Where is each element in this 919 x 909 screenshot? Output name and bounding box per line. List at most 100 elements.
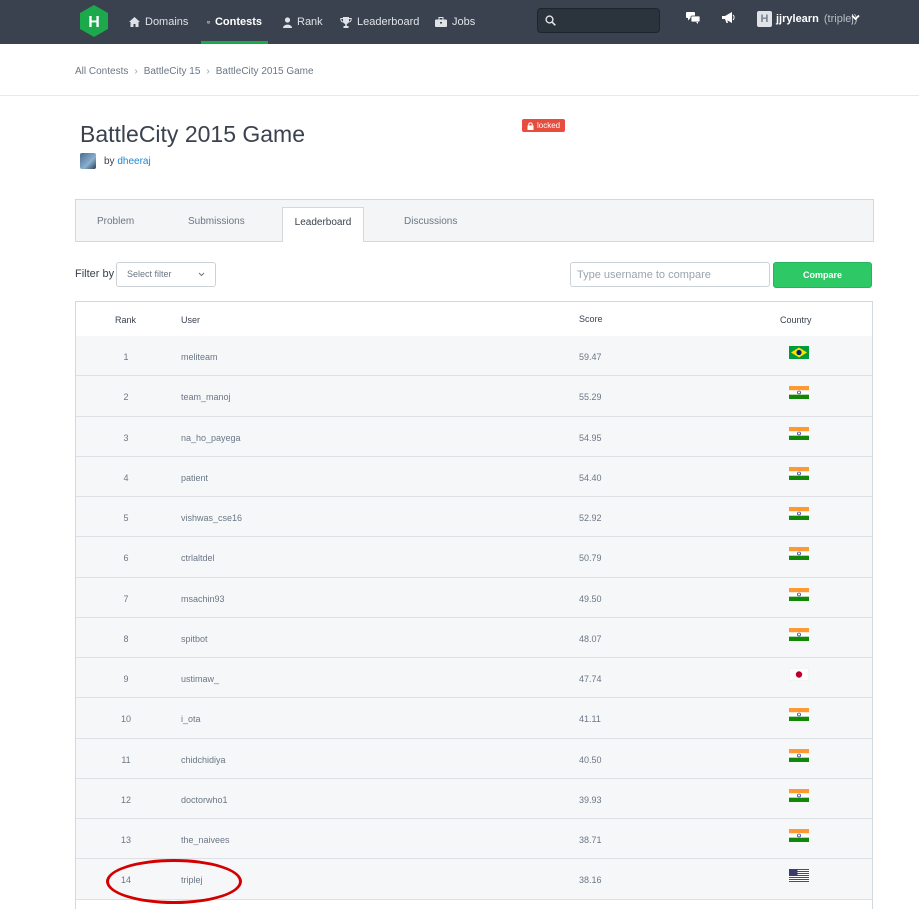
score-cell: 39.93 bbox=[579, 794, 602, 805]
tab-leaderboard[interactable]: Leaderboard bbox=[282, 207, 364, 242]
score-cell: 47.74 bbox=[579, 674, 602, 684]
filter-label: Filter by bbox=[75, 268, 115, 280]
rank-cell: 9 bbox=[123, 674, 129, 684]
table-row: 7 msachin93 49.50 bbox=[76, 577, 872, 618]
filter-select[interactable]: Select filter bbox=[116, 262, 216, 287]
rank-cell: 10 bbox=[120, 714, 131, 725]
header-country: Country bbox=[780, 315, 812, 325]
user-link[interactable]: spitbot bbox=[181, 634, 208, 644]
rank-cell: 12 bbox=[120, 794, 131, 805]
by-label: by bbox=[104, 156, 115, 167]
rank-cell: 4 bbox=[123, 472, 129, 483]
breadcrumb-all-contests[interactable]: All Contests bbox=[75, 66, 128, 77]
breadcrumb: All Contests › BattleCity 15 › BattleCit… bbox=[75, 66, 314, 77]
tab-discussions[interactable]: Discussions bbox=[404, 200, 457, 241]
user-link[interactable]: chidchidiya bbox=[181, 755, 226, 765]
nav-jobs[interactable]: Jobs bbox=[435, 0, 475, 44]
user-link[interactable]: patient bbox=[181, 473, 208, 483]
username: jjrylearn bbox=[776, 13, 819, 25]
breadcrumb-bar: All Contests › BattleCity 15 › BattleCit… bbox=[0, 44, 919, 96]
lock-icon bbox=[527, 121, 534, 130]
author-avatar[interactable] bbox=[80, 153, 96, 169]
briefcase-icon bbox=[435, 17, 447, 27]
nav-domains[interactable]: Domains bbox=[129, 0, 188, 44]
nav-search-input[interactable] bbox=[537, 8, 660, 33]
rank-cell: 11 bbox=[121, 754, 131, 765]
score-cell: 54.95 bbox=[579, 432, 602, 443]
india-flag-icon bbox=[789, 507, 809, 520]
india-flag-icon bbox=[789, 426, 809, 440]
rank-cell: 1 bbox=[123, 352, 129, 362]
score-cell: 59.47 bbox=[579, 352, 602, 362]
compare-button[interactable]: Compare bbox=[773, 262, 872, 288]
nav-rank-label: Rank bbox=[297, 16, 323, 28]
user-link[interactable]: team_manoj bbox=[181, 392, 231, 402]
header-user: User bbox=[181, 315, 201, 325]
chevron-down-icon[interactable] bbox=[851, 14, 860, 21]
table-row: 6 ctrlaltdel 50.79 bbox=[76, 537, 872, 578]
trophy-icon bbox=[340, 16, 352, 28]
table-row: 12 doctorwho1 39.93 bbox=[76, 778, 872, 819]
score-cell: 48.07 bbox=[579, 633, 602, 644]
nav-domains-label: Domains bbox=[145, 16, 189, 28]
table-header: Rank User Score Country bbox=[76, 302, 872, 337]
nav-leaderboard[interactable]: Leaderboard bbox=[340, 0, 419, 44]
page-title: BattleCity 2015 Game bbox=[80, 121, 306, 147]
breadcrumb-separator-icon: › bbox=[134, 66, 138, 77]
india-flag-icon bbox=[789, 829, 809, 842]
user-link[interactable]: na_ho_payega bbox=[181, 433, 241, 443]
compare-username-input[interactable] bbox=[570, 262, 770, 287]
table-row: 13 the_naivees 38.71 bbox=[76, 819, 872, 860]
author-link[interactable]: dheeraj bbox=[117, 156, 150, 167]
breadcrumb-challenge[interactable]: BattleCity 2015 Game bbox=[216, 66, 314, 77]
india-flag-icon bbox=[789, 627, 809, 641]
megaphone-icon[interactable] bbox=[722, 12, 735, 24]
user-link[interactable]: msachin93 bbox=[181, 594, 225, 604]
header-rank: Rank bbox=[115, 315, 137, 325]
user-link[interactable]: ustimaw_ bbox=[181, 674, 219, 684]
user-menu[interactable]: jjrylearn (triplej) bbox=[776, 13, 858, 25]
table-row: 10 i_ota 41.11 bbox=[76, 698, 872, 739]
breadcrumb-contest[interactable]: BattleCity 15 bbox=[144, 66, 201, 77]
person-icon bbox=[283, 16, 292, 28]
user-link[interactable]: doctorwho1 bbox=[181, 795, 228, 805]
score-cell: 54.40 bbox=[579, 472, 602, 483]
india-flag-icon bbox=[789, 547, 809, 561]
nav-rank[interactable]: Rank bbox=[283, 0, 323, 44]
breadcrumb-separator-icon: › bbox=[206, 66, 210, 77]
table-row: 9 ustimaw_ 47.74 bbox=[76, 658, 872, 699]
table-row: 14 triplej 38.16 bbox=[76, 859, 872, 900]
rank-cell: 6 bbox=[123, 553, 129, 564]
japan-flag-icon bbox=[789, 668, 809, 681]
score-cell: 49.50 bbox=[579, 593, 602, 604]
user-link[interactable]: vishwas_cse16 bbox=[181, 513, 242, 523]
usa-flag-icon bbox=[789, 869, 809, 883]
user-link[interactable]: meliteam bbox=[181, 352, 218, 362]
table-row: 11 chidchidiya 40.50 bbox=[76, 738, 872, 779]
table-row: 3 na_ho_payega 54.95 bbox=[76, 416, 872, 457]
user-link[interactable]: ctrlaltdel bbox=[181, 553, 215, 563]
leaderboard-table: Rank User Score Country 1 meliteam 59.47 2 t… bbox=[75, 301, 873, 909]
user-link[interactable]: triplej bbox=[181, 875, 203, 885]
user-avatar[interactable]: H bbox=[757, 11, 772, 27]
hackerrank-logo-icon[interactable]: H bbox=[80, 5, 108, 37]
score-cell: 55.29 bbox=[579, 392, 602, 403]
home-icon bbox=[129, 17, 140, 27]
filter-select-value: Select filter bbox=[127, 269, 172, 279]
nav-jobs-label: Jobs bbox=[452, 16, 476, 28]
top-navbar: H Domains Contests Rank Leaderboard Jobs… bbox=[0, 0, 919, 44]
tab-problem[interactable]: Problem bbox=[97, 200, 134, 241]
search-icon bbox=[545, 15, 556, 26]
table-row: 8 spitbot 48.07 bbox=[76, 617, 872, 658]
tab-submissions[interactable]: Submissions bbox=[188, 200, 245, 241]
challenge-tabs: Problem Submissions Leaderboard Discussi… bbox=[75, 199, 874, 242]
nav-contests[interactable]: Contests bbox=[201, 0, 268, 44]
messages-icon[interactable] bbox=[686, 12, 700, 24]
shield-icon bbox=[207, 20, 210, 24]
score-cell: 52.92 bbox=[579, 513, 602, 523]
user-link[interactable]: i_ota bbox=[181, 714, 201, 724]
logo-letter: H bbox=[88, 14, 100, 31]
nav-contests-label: Contests bbox=[214, 16, 262, 28]
user-link[interactable]: the_naivees bbox=[181, 835, 230, 845]
nav-leaderboard-label: Leaderboard bbox=[357, 16, 420, 28]
